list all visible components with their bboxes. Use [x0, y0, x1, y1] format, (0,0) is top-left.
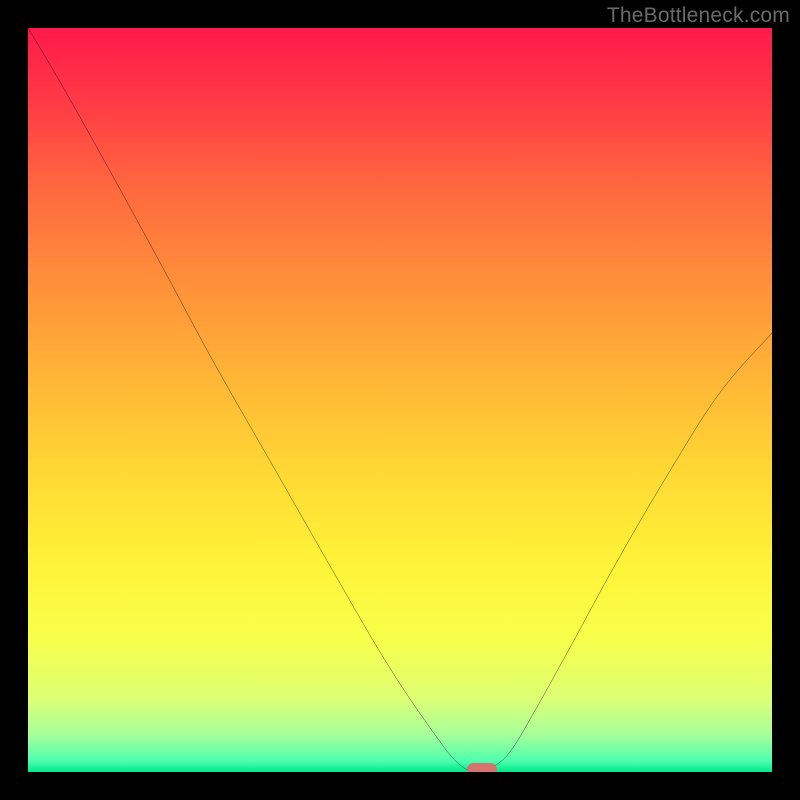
- watermark-text: TheBottleneck.com: [607, 4, 790, 28]
- bottleneck-curve: [28, 28, 772, 772]
- chart-frame: TheBottleneck.com: [0, 0, 800, 800]
- optimum-marker: [467, 763, 497, 773]
- plot-area: [28, 28, 772, 772]
- curve-path: [28, 28, 772, 772]
